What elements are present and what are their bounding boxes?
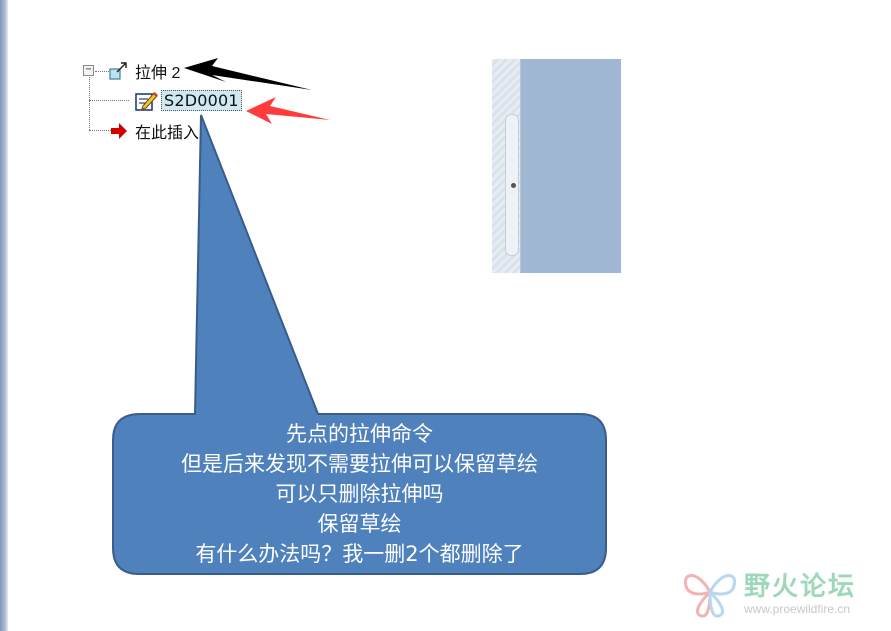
callout-line: 保留草绘 bbox=[317, 512, 402, 536]
callout-line: 可以只删除拉伸吗 bbox=[275, 482, 444, 506]
black-arrow bbox=[184, 58, 312, 90]
watermark: 野火论坛 www.proewildfire.cn bbox=[680, 562, 885, 624]
butterfly-logo-icon bbox=[683, 574, 737, 618]
watermark-url: www.proewildfire.cn bbox=[744, 602, 851, 616]
red-arrow bbox=[246, 97, 330, 124]
callout-line: 但是后来发现不需要拉伸可以保留草绘 bbox=[181, 452, 538, 476]
watermark-title: 野火论坛 bbox=[744, 572, 857, 602]
callout-text: 先点的拉伸命令 但是后来发现不需要拉伸可以保留草绘 可以只删除拉伸吗 保留草绘 … bbox=[113, 414, 606, 574]
callout-line: 先点的拉伸命令 bbox=[286, 422, 433, 446]
callout-line: 有什么办法吗？我一删2个都删除了 bbox=[195, 542, 524, 566]
